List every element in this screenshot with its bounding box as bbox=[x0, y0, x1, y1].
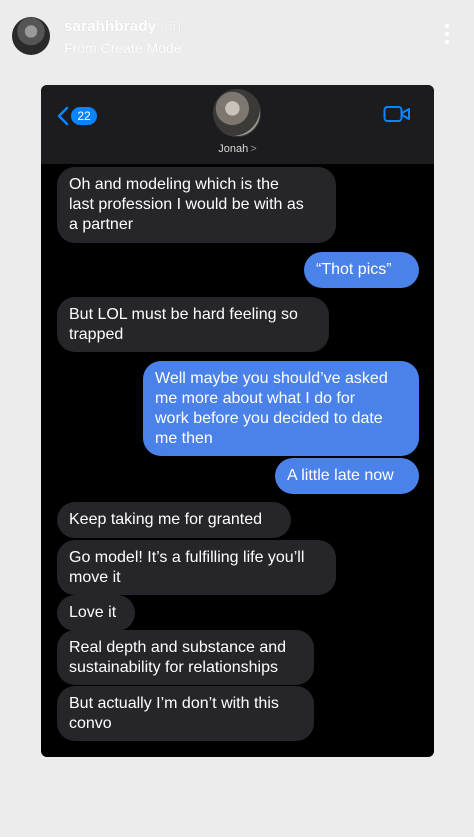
sent-message-bubble: “Thot pics” bbox=[304, 252, 419, 288]
contact-name-row[interactable]: Jonah > bbox=[41, 143, 434, 155]
received-message-bubble: Go model! It’s a fulfilling life you’ll … bbox=[57, 540, 336, 595]
video-camera-icon[interactable] bbox=[383, 105, 411, 123]
sent-message-bubble: A little late now bbox=[275, 458, 419, 494]
received-message-bubble: Oh and modeling which is the last profes… bbox=[57, 167, 336, 243]
back-button[interactable]: 22 bbox=[57, 104, 97, 128]
received-message-bubble: But actually I’m don’t with this convo bbox=[57, 686, 314, 741]
story-username-row: sarahhbrady 6h bbox=[64, 18, 181, 35]
unread-count-badge: 22 bbox=[71, 107, 97, 125]
contact-avatar[interactable] bbox=[213, 89, 261, 137]
received-message-bubble: Love it bbox=[57, 595, 135, 631]
story-viewer: sarahhbrady 6h From Create Mode 22 Jonah > bbox=[0, 0, 474, 837]
received-message-bubble: Real depth and substance and sustainabil… bbox=[57, 630, 314, 685]
story-username[interactable]: sarahhbrady bbox=[64, 18, 156, 35]
chevron-right-icon: > bbox=[250, 143, 257, 155]
contact-name: Jonah bbox=[218, 143, 249, 155]
chevron-left-icon bbox=[57, 106, 69, 126]
conversation-header: 22 Jonah > bbox=[41, 85, 434, 164]
more-vertical-icon[interactable] bbox=[442, 24, 452, 50]
received-message-bubble: Keep taking me for granted bbox=[57, 502, 291, 538]
story-subtitle: From Create Mode bbox=[64, 40, 182, 56]
story-avatar[interactable] bbox=[12, 17, 50, 55]
story-header: sarahhbrady 6h From Create Mode bbox=[0, 0, 474, 78]
received-message-bubble: But LOL must be hard feeling so trapped bbox=[57, 297, 329, 352]
story-time: 6h bbox=[164, 18, 182, 35]
message-screenshot: 22 Jonah > Oh and modeling which is the l… bbox=[41, 85, 434, 757]
sent-message-bubble: Well maybe you should’ve asked me more a… bbox=[143, 361, 419, 456]
